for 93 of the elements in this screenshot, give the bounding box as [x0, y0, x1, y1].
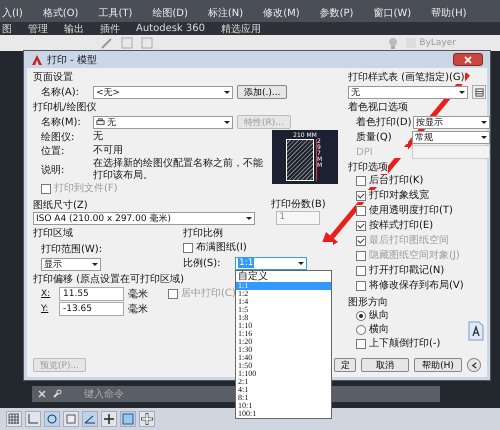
- square-icon[interactable]: [63, 411, 79, 427]
- x-offset-field[interactable]: 11.55: [59, 287, 124, 301]
- menu-item[interactable]: 帮助(H): [431, 6, 466, 20]
- add-button[interactable]: 添加(.)...: [237, 85, 288, 99]
- unit-label: 毫米: [128, 287, 148, 301]
- scale-option[interactable]: 自定义: [236, 270, 331, 282]
- option-checkbox[interactable]: 使用透明度打印(T): [356, 205, 453, 217]
- shade-plot-dropdown[interactable]: 按显示: [413, 116, 490, 128]
- info-value: 无: [93, 131, 103, 143]
- ribbon-tab[interactable]: 精选应用: [220, 22, 261, 36]
- ribbon-tab[interactable]: Autodesk 360: [136, 23, 205, 34]
- option-checkbox[interactable]: 打开打印戳记(N): [356, 265, 444, 277]
- close-icon: [464, 56, 472, 64]
- option-checkbox[interactable]: 将修改保存到布局(V): [356, 280, 464, 292]
- menu-item[interactable]: 窗口(W): [373, 6, 412, 20]
- plot-range-dropdown[interactable]: 显示: [41, 258, 101, 271]
- scale-option[interactable]: 1:4: [236, 298, 331, 306]
- field-label: 着色打印(D): [356, 115, 410, 129]
- printer-icon: [96, 118, 105, 126]
- scale-option[interactable]: 10:1: [236, 402, 331, 410]
- menu-item[interactable]: 格式(O): [42, 6, 78, 20]
- plus-icon[interactable]: [101, 411, 117, 427]
- ribbon-tab[interactable]: 管理: [28, 22, 48, 36]
- dialog-button[interactable]: 取消: [361, 358, 409, 372]
- dialog-button[interactable]: 帮助(H): [414, 358, 462, 372]
- section-heading: 打印偏移 (原点设置在可打印区域): [33, 274, 184, 286]
- menu-item[interactable]: 修改(M): [263, 6, 300, 20]
- orientation-radio[interactable]: 横向: [356, 324, 389, 336]
- scale-option[interactable]: 1:20: [236, 338, 331, 346]
- quality-dropdown[interactable]: 常规: [412, 130, 490, 144]
- section-heading: 图形方向: [348, 297, 388, 309]
- option-checkbox[interactable]: 打印对象线宽: [356, 190, 429, 202]
- close-button[interactable]: [453, 53, 483, 66]
- corner-icon[interactable]: [25, 411, 41, 427]
- section-heading: 打印比例: [183, 228, 223, 240]
- printer-dropdown[interactable]: 无: [93, 116, 233, 128]
- y-offset-field[interactable]: -13.65: [59, 302, 124, 316]
- orientation-radio[interactable]: 纵向: [356, 310, 389, 322]
- info-value: 在选择新的绘图仪配置名称之前，不能打印该布局。: [93, 158, 266, 182]
- section-heading: 打印样式表 (画笔指定)(G): [348, 72, 465, 84]
- section-heading: 打印选项: [348, 162, 388, 174]
- scale-option[interactable]: 8:1: [236, 394, 331, 402]
- field-label: 打印份数(B): [271, 197, 326, 211]
- field-label: 质量(Q): [356, 130, 408, 144]
- scale-option[interactable]: 1:16: [236, 330, 331, 338]
- dialog-button[interactable]: 定: [334, 358, 356, 372]
- upside-down-checkbox[interactable]: 上下颠倒打印(-): [356, 338, 440, 350]
- angle-icon[interactable]: [82, 411, 98, 427]
- menu-item[interactable]: 标注(N): [208, 6, 244, 20]
- window-title: 打印 - 模型: [47, 54, 97, 66]
- plot-style-dropdown[interactable]: 无: [348, 86, 468, 98]
- wrench-icon[interactable]: [52, 389, 62, 399]
- scale-option[interactable]: 1:5: [236, 306, 331, 314]
- scale-option[interactable]: 1:2: [236, 290, 331, 298]
- edit-button[interactable]: [472, 85, 486, 99]
- scale-option[interactable]: 1:40: [236, 354, 331, 362]
- table-icon: [474, 88, 484, 96]
- page-letter-icon: [468, 321, 484, 341]
- close-icon[interactable]: [38, 390, 46, 398]
- ribbon-tab[interactable]: 输出: [64, 22, 84, 36]
- expand-button[interactable]: [467, 358, 481, 372]
- letter-a-icon: [31, 54, 43, 66]
- ribbon-tab[interactable]: 图: [2, 22, 12, 36]
- scale-option[interactable]: 100:1: [236, 410, 331, 418]
- unit-label: 毫米: [128, 302, 148, 316]
- paper-size-dropdown[interactable]: ISO A4 (210.00 x 297.00 毫米): [33, 212, 255, 225]
- square-icon[interactable]: [120, 411, 136, 427]
- fit-to-paper-checkbox[interactable]: 布满图纸(I): [183, 242, 333, 254]
- section-heading: 打印机/绘图仪: [33, 102, 96, 114]
- chevron-left-icon: [470, 362, 478, 368]
- menu-item[interactable]: 绘图(D): [152, 6, 188, 20]
- section-heading: 页面设置: [33, 72, 73, 84]
- printable-area-drawing: [286, 139, 314, 181]
- scale-option[interactable]: 2:1: [236, 378, 331, 386]
- cross-icon[interactable]: [139, 411, 155, 427]
- page-setup-dropdown[interactable]: <无>: [93, 86, 233, 98]
- section-heading: 打印区域: [33, 228, 73, 240]
- menu-item[interactable]: 入(I): [2, 6, 23, 20]
- option-checkbox[interactable]: 按样式打印(E): [356, 220, 434, 232]
- scale-option[interactable]: 1:50: [236, 362, 331, 370]
- grid-icon[interactable]: [6, 411, 22, 427]
- scale-option[interactable]: 1:10: [236, 322, 331, 330]
- scale-option[interactable]: 4:1: [236, 386, 331, 394]
- section-heading: 着色视口选项: [348, 102, 408, 114]
- ribbon-tab[interactable]: 插件: [100, 22, 120, 36]
- scale-option[interactable]: 1:8: [236, 314, 331, 322]
- field-label: DPI: [356, 146, 408, 158]
- menu-item[interactable]: 参数(P): [320, 6, 354, 20]
- option-checkbox[interactable]: 后台打印(K): [356, 175, 424, 187]
- info-value: 不可用: [93, 145, 123, 157]
- scale-option[interactable]: 1:30: [236, 346, 331, 354]
- scale-option[interactable]: 1:100: [236, 370, 331, 378]
- menu-item[interactable]: 工具(T): [98, 6, 132, 20]
